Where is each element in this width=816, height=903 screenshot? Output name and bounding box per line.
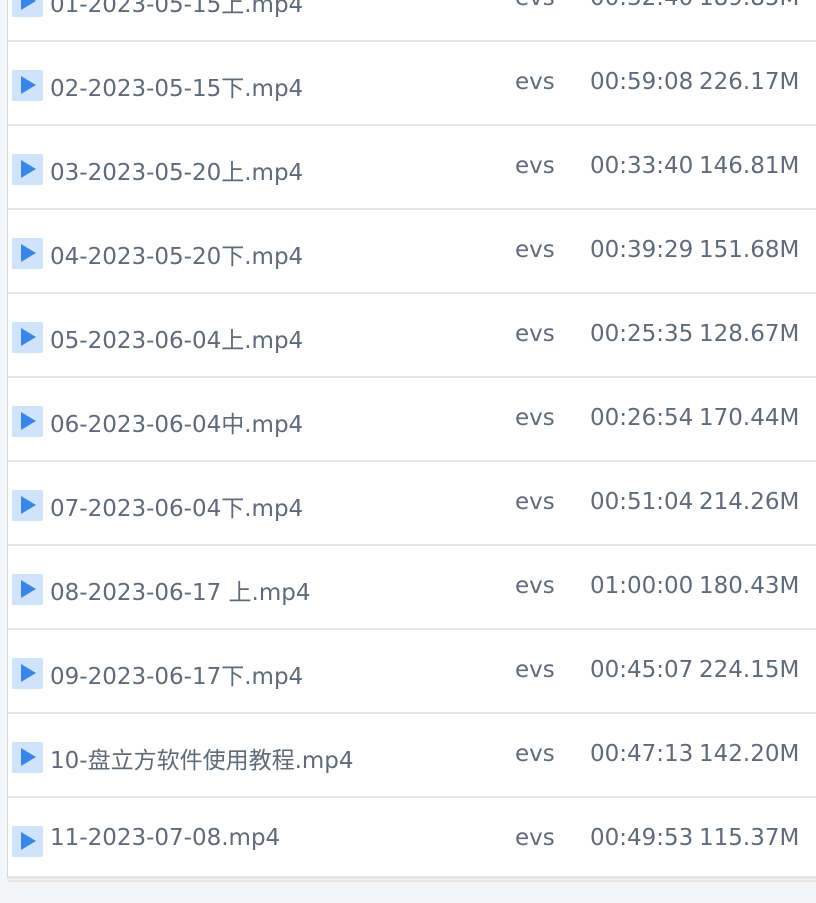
play-icon[interactable] (12, 154, 43, 185)
file-size: 224.15M (699, 657, 800, 683)
file-name: 01-2023-05-15上.mp4 (50, 0, 304, 18)
file-tag: evs (515, 741, 555, 767)
file-duration: 00:39:29 (590, 237, 694, 263)
file-tag: evs (515, 69, 555, 95)
file-duration: 00:33:40 (590, 153, 694, 179)
file-tag: evs (515, 405, 555, 431)
list-item[interactable]: 05-2023-06-04上.mp4 evs 00:25:35 128.67M (8, 294, 816, 378)
list-item[interactable]: 10-盘立方软件使用教程.mp4 evs 00:47:13 142.20M (8, 714, 816, 798)
file-duration: 00:49:53 (590, 825, 694, 851)
file-size: 214.26M (699, 489, 800, 515)
list-item[interactable]: 06-2023-06-04中.mp4 evs 00:26:54 170.44M (8, 378, 816, 462)
file-name: 10-盘立方软件使用教程.mp4 (50, 748, 354, 774)
list-item[interactable]: 04-2023-05-20下.mp4 evs 00:39:29 151.68M (8, 210, 816, 294)
file-duration: 00:26:54 (590, 405, 694, 431)
file-tag: evs (515, 573, 555, 599)
file-tag: evs (515, 0, 555, 11)
play-icon[interactable] (12, 238, 43, 269)
file-name: 09-2023-06-17下.mp4 (50, 664, 304, 690)
file-duration: 00:51:04 (590, 489, 694, 515)
file-tag: evs (515, 489, 555, 515)
file-size: 115.37M (699, 825, 800, 851)
file-duration: 00:47:13 (590, 741, 694, 767)
play-icon[interactable] (12, 70, 43, 101)
file-name: 08-2023-06-17 上.mp4 (50, 580, 311, 606)
file-size: 226.17M (699, 69, 800, 95)
play-icon[interactable] (12, 322, 43, 353)
file-name: 07-2023-06-04下.mp4 (50, 496, 304, 522)
list-item[interactable]: 01-2023-05-15上.mp4 evs 00:32:40 189.85M (8, 0, 816, 42)
play-icon[interactable] (12, 574, 43, 605)
play-icon[interactable] (12, 406, 43, 437)
file-tag: evs (515, 825, 555, 851)
list-item[interactable]: 11-2023-07-08.mp4 evs 00:49:53 115.37M (8, 798, 816, 882)
file-tag: evs (515, 153, 555, 179)
file-size: 180.43M (699, 573, 800, 599)
file-name: 02-2023-05-15下.mp4 (50, 76, 304, 102)
list-item[interactable]: 08-2023-06-17 上.mp4 evs 01:00:00 180.43M (8, 546, 816, 630)
list-item[interactable]: 03-2023-05-20上.mp4 evs 00:33:40 146.81M (8, 126, 816, 210)
file-duration: 00:25:35 (590, 321, 694, 347)
file-name: 04-2023-05-20下.mp4 (50, 244, 304, 270)
file-duration: 00:59:08 (590, 69, 694, 95)
file-size: 146.81M (699, 153, 800, 179)
play-icon[interactable] (12, 742, 43, 773)
play-icon[interactable] (12, 658, 43, 689)
file-name: 11-2023-07-08.mp4 (50, 825, 281, 851)
file-size: 151.68M (699, 237, 800, 263)
file-tag: evs (515, 237, 555, 263)
file-tag: evs (515, 321, 555, 347)
file-size: 189.85M (699, 0, 799, 11)
file-name: 06-2023-06-04中.mp4 (50, 412, 304, 438)
file-list: 01-2023-05-15上.mp4 evs 00:32:40 189.85M … (7, 0, 816, 882)
file-duration: 00:32:40 (590, 0, 693, 11)
file-name: 03-2023-05-20上.mp4 (50, 160, 304, 186)
file-size: 128.67M (699, 321, 800, 347)
file-size: 170.44M (699, 405, 800, 431)
list-item[interactable]: 07-2023-06-04下.mp4 evs 00:51:04 214.26M (8, 462, 816, 546)
list-item[interactable]: 09-2023-06-17下.mp4 evs 00:45:07 224.15M (8, 630, 816, 714)
file-tag: evs (515, 657, 555, 683)
play-icon[interactable] (12, 490, 43, 521)
file-name: 05-2023-06-04上.mp4 (50, 328, 304, 354)
play-icon[interactable] (12, 0, 43, 17)
play-icon[interactable] (12, 826, 43, 857)
file-duration: 00:45:07 (590, 657, 694, 683)
list-item[interactable]: 02-2023-05-15下.mp4 evs 00:59:08 226.17M (8, 42, 816, 126)
file-size: 142.20M (699, 741, 800, 767)
file-duration: 01:00:00 (590, 573, 694, 599)
